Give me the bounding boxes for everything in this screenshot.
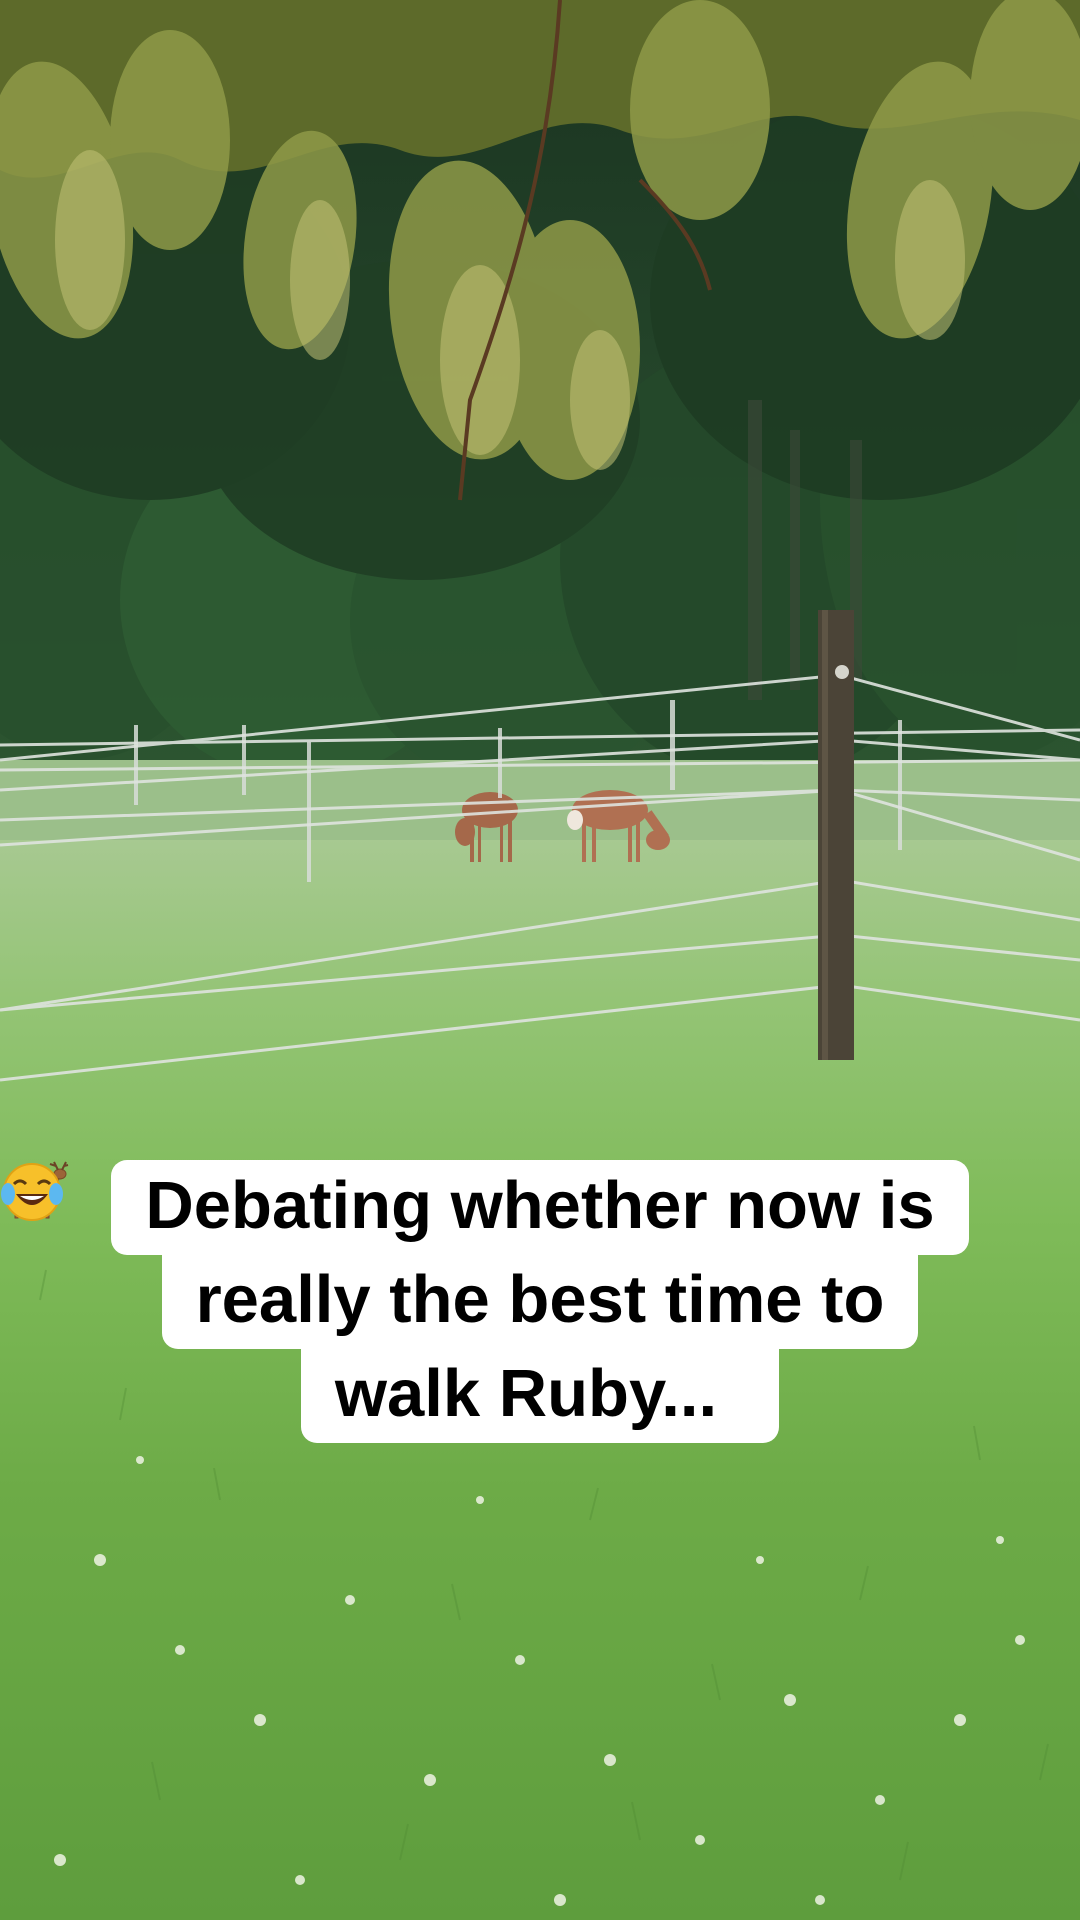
caption-line-3-text: walk Ruby... bbox=[334, 1356, 718, 1431]
caption-line-2: really the best time to bbox=[161, 1254, 919, 1349]
caption-line-3: walk Ruby... bbox=[1, 1161, 780, 1443]
photo-scene: Debating whether now is really the best … bbox=[0, 0, 1080, 1920]
caption-line-1: Debating whether now is bbox=[111, 1160, 969, 1255]
caption-overlay: Debating whether now is really the best … bbox=[0, 1160, 1080, 1443]
caption-line-2-text: really the best time to bbox=[195, 1262, 885, 1337]
photo-background bbox=[0, 0, 1080, 1920]
caption-line-1-text: Debating whether now is bbox=[145, 1168, 935, 1243]
